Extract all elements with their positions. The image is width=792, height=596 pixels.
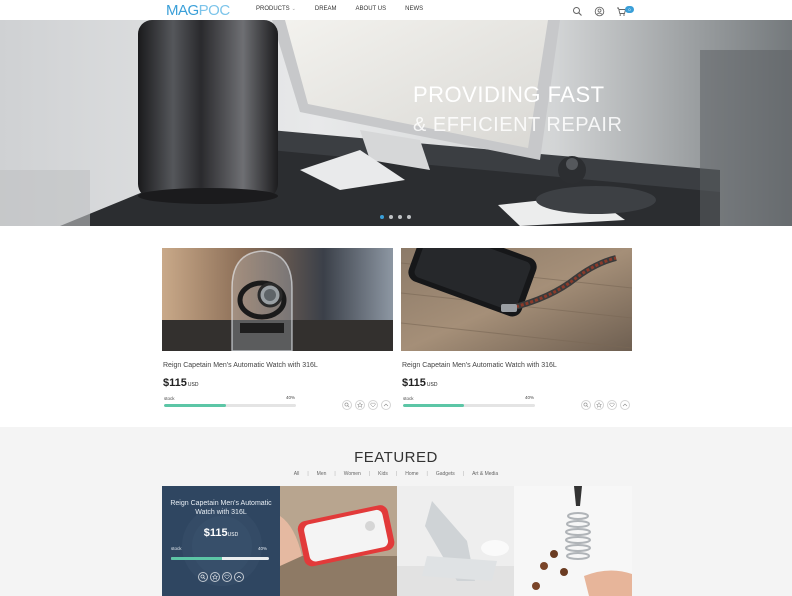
up-arrow-icon[interactable] [234, 572, 244, 582]
price-currency: USD [227, 532, 239, 538]
star-icon[interactable] [355, 400, 365, 410]
filter-separator: | [426, 471, 428, 477]
filter-art-media[interactable]: Art & Media [472, 471, 498, 477]
search-icon[interactable] [572, 4, 583, 16]
overlay-actions [198, 572, 244, 582]
featured-filters: All | Men | Women | Kids | Home | Gadgets | Art & Me… [0, 471, 792, 477]
overlay-stock-percent: 40% [258, 546, 268, 551]
stock-progress-bar [403, 404, 535, 407]
filter-gadgets[interactable]: Gadgets [436, 471, 455, 477]
overlay-price: $115USD [162, 527, 280, 539]
overlay-stock-bar [171, 557, 269, 560]
product-card[interactable]: Reign Capetain Men's Automatic Watch wit… [162, 248, 393, 410]
chevron-down-icon: ⌄ [291, 6, 296, 12]
slider-dot-3[interactable] [398, 215, 402, 219]
price-value: $115 [163, 377, 187, 389]
product-image-phone-cable[interactable] [401, 248, 632, 351]
featured-tile-watch[interactable]: Reign Capetain Men's Automatic Watch wit… [162, 486, 280, 596]
menu-item-dream[interactable]: DREAM [315, 6, 337, 12]
cart-count-badge: 0 [625, 6, 634, 13]
main-menu: PRODUCTS ⌄ DREAM ABOUT US NEWS [256, 6, 442, 12]
filter-separator: | [462, 471, 465, 477]
product-price: $115USD [402, 377, 437, 389]
featured-tile-spring-gadget[interactable] [514, 486, 632, 596]
filter-men[interactable]: Men [317, 471, 327, 477]
up-arrow-icon[interactable] [381, 400, 391, 410]
logo-poc: POC [198, 2, 231, 19]
filter-separator: | [307, 471, 309, 477]
slider-dots [380, 215, 411, 219]
featured-tile-phone-stand[interactable] [397, 486, 514, 596]
user-icon[interactable] [594, 4, 605, 17]
menu-label-products: PRODUCTS [256, 6, 290, 12]
filter-separator: | [368, 471, 371, 477]
cart-icon[interactable]: 0 [616, 4, 634, 16]
top-navigation: MAGPOC PRODUCTS ⌄ DREAM ABOUT US NEWS 0 [0, 0, 792, 20]
hero-illustration [0, 20, 792, 226]
zoom-icon[interactable] [198, 572, 208, 582]
stock-label: stock [164, 396, 175, 401]
logo-mag: MAG [166, 2, 199, 19]
slider-dot-1[interactable] [380, 215, 384, 219]
stock-progress-bar [164, 404, 296, 407]
filter-all[interactable]: All [294, 471, 300, 477]
hero-banner: PROVIDING FAST & EFFICIENT REPAIR [0, 20, 792, 226]
price-currency: USD [426, 382, 438, 388]
heart-icon[interactable] [222, 572, 232, 582]
featured-title: FEATURED [354, 449, 438, 466]
product-price: $115USD [163, 377, 198, 389]
filter-kids[interactable]: Kids [378, 471, 388, 477]
hero-headline: PROVIDING FAST [413, 82, 605, 107]
featured-tile-phone-case[interactable] [280, 486, 397, 596]
heart-icon[interactable] [607, 400, 617, 410]
overlay-stock-label: stock [171, 546, 182, 551]
menu-item-about-us[interactable]: ABOUT US [356, 6, 387, 12]
star-icon[interactable] [594, 400, 604, 410]
filter-home[interactable]: Home [405, 471, 418, 477]
up-arrow-icon[interactable] [620, 400, 630, 410]
menu-item-products[interactable]: PRODUCTS ⌄ [256, 6, 296, 12]
featured-image-phone-stand [397, 486, 514, 596]
price-currency: USD [187, 382, 199, 388]
magpoc-logo[interactable]: MAGPOC [166, 2, 230, 19]
product-actions [342, 400, 391, 410]
product-card[interactable]: Reign Capetain Men's Automatic Watch wit… [401, 248, 632, 410]
stock-percent: 40% [525, 395, 535, 400]
nav-icon-group: 0 [572, 4, 634, 17]
product-image-watch[interactable] [162, 248, 393, 351]
filter-separator: | [334, 471, 336, 477]
product-title[interactable]: Reign Capetain Men's Automatic Watch wit… [402, 362, 557, 369]
product-actions [581, 400, 630, 410]
overlay-stock-fill [171, 557, 222, 560]
star-icon[interactable] [210, 572, 220, 582]
stock-percent: 40% [286, 395, 296, 400]
price-value: $115 [203, 527, 228, 539]
overlay-title[interactable]: Reign Capetain Men's Automatic Watch wit… [162, 499, 280, 517]
slider-dot-2[interactable] [389, 215, 393, 219]
featured-image-spring-gadget [514, 486, 632, 596]
price-value: $115 [402, 377, 426, 389]
stock-progress-fill [164, 404, 227, 407]
filter-separator: | [395, 471, 398, 477]
product-title[interactable]: Reign Capetain Men's Automatic Watch wit… [163, 362, 318, 369]
heart-icon[interactable] [368, 400, 378, 410]
featured-image-phone-case [280, 486, 397, 596]
filter-women[interactable]: Women [344, 471, 361, 477]
zoom-icon[interactable] [581, 400, 591, 410]
stock-label: stock [403, 396, 414, 401]
stock-progress-fill [403, 404, 464, 407]
menu-item-news[interactable]: NEWS [405, 6, 423, 12]
zoom-icon[interactable] [342, 400, 352, 410]
slider-dot-4[interactable] [407, 215, 411, 219]
hero-subheadline: & EFFICIENT REPAIR [413, 114, 623, 136]
